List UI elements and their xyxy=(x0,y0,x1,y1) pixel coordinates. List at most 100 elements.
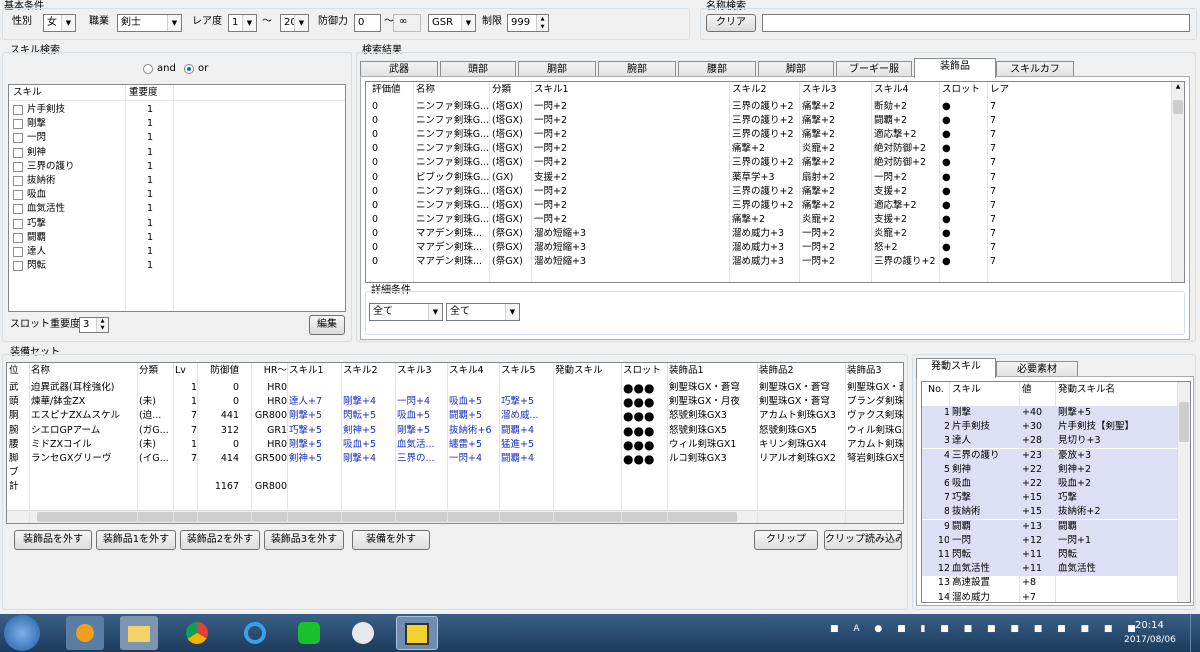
skill-list-item[interactable]: 閃転 1 xyxy=(9,259,345,273)
equip-col-header[interactable]: スキル1 xyxy=(289,363,341,379)
active-skill-row[interactable]: 4 三界の護り +23 豪放+3 xyxy=(922,448,1178,463)
results-row[interactable]: 0 マアデン剣珠... (祭GX) 溜め短縮+3 溜め威力+3 一閃+2 怒+2 ● 7 xyxy=(366,241,1172,255)
skills-col-header[interactable]: No. xyxy=(928,382,950,398)
skill-checkbox[interactable] xyxy=(13,176,23,186)
equip-col-header[interactable]: 防御値 xyxy=(199,363,239,379)
skill-list-item[interactable]: 達人 1 xyxy=(9,245,345,259)
equip-row[interactable]: 胴エスピナZXムスケル (迫... 7 441 GR800 剛撃+5 閃転+5 吸血+5 闘覇+… xyxy=(7,409,903,423)
equip-button-6[interactable]: クリップ読み込み xyxy=(824,530,902,550)
active-skill-row[interactable]: 12 血気活性 +11 血気活性 xyxy=(922,562,1178,577)
results-row[interactable]: 0 ニンファ剣珠G... (塔GX) 一閃+2 痛撃+2 炎寵+2 絶対防御+2 ● 7 xyxy=(366,142,1172,156)
skill-checkbox[interactable] xyxy=(13,161,23,172)
spin-arrows-icon[interactable]: ▲ ▼ xyxy=(536,15,548,31)
line-icon[interactable] xyxy=(290,616,328,650)
equip-button-0[interactable]: 装飾品を外す xyxy=(14,530,92,550)
tab-result-7[interactable]: 装飾品 xyxy=(914,58,996,78)
active-skill-row[interactable]: 6 吸血 +22 吸血+2 xyxy=(922,477,1178,491)
results-table[interactable]: 評価値 名称 分類 スキル1 スキル2 スキル3 スキル4 スロット レア 0 ニンファ剣珠G..… xyxy=(365,81,1185,283)
skill-checkbox[interactable] xyxy=(13,133,23,144)
job-combo[interactable]: 剣士 ▼ xyxy=(117,14,182,32)
skill-list-item[interactable]: 一閃 1 xyxy=(9,131,345,145)
skill-list-item[interactable]: 抜納術 1 xyxy=(9,174,345,188)
explorer-icon[interactable] xyxy=(120,616,158,650)
equip-col-header[interactable]: スキル5 xyxy=(501,363,551,379)
skills-col-header[interactable]: 発動スキル名 xyxy=(1058,382,1176,398)
active-skill-row[interactable]: 7 巧撃 +15 巧撃 xyxy=(922,491,1178,506)
equip-row[interactable]: 腕シエロGPアーム (ガG... 7 312 GR1 巧撃+5 剣神+5 剛撃+5 抜納術+6 闘… xyxy=(7,424,903,438)
results-row[interactable]: 0 ニンファ剣珠G... (塔GX) 一閃+2 三界の護り+2 痛撃+2 断劾+2 ● 7 xyxy=(366,100,1172,114)
equip-button-3[interactable]: 装飾品3を外す xyxy=(264,530,344,550)
results-row[interactable]: 0 マアデン剣珠... (祭GX) 溜め短縮+3 溜め威力+3 一閃+2 三界の護り+2 ● 7 xyxy=(366,255,1172,269)
equip-button-2[interactable]: 装飾品2を外す xyxy=(180,530,260,550)
clock-date[interactable]: 2017/08/06 xyxy=(1124,635,1176,645)
skill-list-item[interactable]: 剛撃 1 xyxy=(9,117,345,131)
rarity-min-combo[interactable]: 1 ▼ xyxy=(228,14,257,32)
equip-col-header[interactable]: スキル2 xyxy=(343,363,395,379)
equip-button-1[interactable]: 装飾品1を外す xyxy=(96,530,176,550)
results-col-header[interactable]: スキル1 xyxy=(534,82,724,98)
clock-time[interactable]: 20:14 xyxy=(1135,620,1164,631)
active-skill-row[interactable]: 8 抜納術 +15 抜納術+2 xyxy=(922,505,1178,520)
tray-icons[interactable]: ■ A ● ■ ▮ ■ ■ ■ ■ ■ ■ ■ ■ ■ xyxy=(830,624,1142,634)
skill-checkbox[interactable] xyxy=(13,247,23,257)
or-radio[interactable] xyxy=(184,64,194,74)
equip-col-header[interactable]: スロット xyxy=(623,363,667,379)
results-col-header[interactable]: レア xyxy=(990,82,1020,98)
detail-combo-1[interactable]: 全て ▼ xyxy=(369,303,443,321)
equip-row[interactable]: 武 迫異武器(耳栓強化) 1 0 HR0 ●●● 剣聖珠GX・蒼穹 剣聖珠GX・蒼穹 剣聖珠GX… xyxy=(7,381,903,395)
defense-min-input[interactable]: 0 xyxy=(354,14,381,32)
skill-checkbox[interactable] xyxy=(13,105,23,115)
results-scrollbar[interactable]: ▲ xyxy=(1171,82,1184,282)
active-skill-row[interactable]: 1 剛撃 +40 剛撃+5 xyxy=(922,406,1178,420)
skill-checkbox[interactable] xyxy=(13,232,23,243)
skill-list-item[interactable]: 三界の護り 1 xyxy=(9,160,345,174)
equip-row[interactable]: ブ xyxy=(7,466,903,480)
results-row[interactable]: 0 ニンファ剣珠G... (塔GX) 一閃+2 三界の護り+2 痛撃+2 闘覇+2 ● 7 xyxy=(366,114,1172,128)
skill-checkbox[interactable] xyxy=(13,204,23,215)
edit-button[interactable]: 編集 xyxy=(309,315,345,335)
results-col-header[interactable]: スキル2 xyxy=(732,82,800,98)
results-col-header[interactable]: スキル4 xyxy=(874,82,938,98)
equip-col-header[interactable]: Lv xyxy=(175,363,197,379)
limit-input[interactable]: 999 ▲ ▼ xyxy=(507,14,549,32)
active-skill-row[interactable]: 5 剣神 +22 剣神+2 xyxy=(922,462,1178,477)
slot-importance-input[interactable]: 3 ▲ ▼ xyxy=(79,317,109,333)
skills-col-header[interactable]: スキル xyxy=(952,382,1020,398)
skill-checkbox[interactable] xyxy=(13,190,23,201)
equip-row[interactable]: 脚 ランセGXグリーヴ (イG... 7 414 GR500 剣神+5 剛撃+4 三界の... 一… xyxy=(7,452,903,466)
skill-checkbox[interactable] xyxy=(13,119,23,130)
results-row[interactable]: 0 ニンファ剣珠G... (塔GX) 一閃+2 三界の護り+2 痛撃+2 適応撃+2 ● 7 xyxy=(366,128,1172,142)
skill-list-item[interactable]: 吸血 1 xyxy=(9,188,345,202)
equip-col-header[interactable]: 装飾品3 xyxy=(847,363,903,379)
skill-checkbox[interactable] xyxy=(13,147,23,158)
skills-scrollbar[interactable] xyxy=(1177,382,1190,602)
clear-button[interactable]: クリア xyxy=(706,14,756,32)
skill-list[interactable]: スキル 重要度 片手剣技 1 剛撃 1 一閃 1 剣神 1 三界の護り 1 抜納術 1 吸血 1 血気活性 1… xyxy=(8,84,346,312)
skill-checkbox[interactable] xyxy=(13,218,23,229)
spin-arrows-icon[interactable]: ▲ ▼ xyxy=(96,318,108,332)
active-skill-row[interactable]: 13 高速設置 +8 xyxy=(922,576,1178,590)
equip-table[interactable]: 位名称 分類 Lv 防御値 HR〜 スキル1 スキル2 スキル3 スキル4 スキル5 発動スキル スロ… xyxy=(6,362,904,524)
results-col-header[interactable]: 分類 xyxy=(492,82,532,98)
active-skill-row[interactable]: 2 片手剣技 +30 片手剣技【剣聖】 xyxy=(922,420,1178,435)
skill-list-item[interactable]: 片手剣技 1 xyxy=(9,103,345,117)
equip-col-header[interactable]: 装飾品2 xyxy=(759,363,845,379)
app-icon[interactable] xyxy=(396,616,438,650)
equip-col-header[interactable]: 発動スキル xyxy=(555,363,619,379)
skill-list-item[interactable]: 剣神 1 xyxy=(9,146,345,160)
equip-col-header[interactable]: 装飾品1 xyxy=(669,363,757,379)
equip-hscrollbar[interactable] xyxy=(7,510,903,523)
equip-col-header[interactable]: HR〜 xyxy=(253,363,287,379)
ie-icon[interactable] xyxy=(236,616,274,650)
media-player-icon[interactable] xyxy=(66,616,104,650)
equip-col-header[interactable]: 名称 xyxy=(31,363,135,379)
results-col-header[interactable]: 評価値 xyxy=(372,82,412,98)
skill-list-item[interactable]: 闘覇 1 xyxy=(9,231,345,245)
and-radio[interactable] xyxy=(143,64,153,74)
active-skill-row[interactable]: 14 溜め威力 +7 xyxy=(922,591,1178,602)
results-row[interactable]: 0 ニンファ剣珠G... (塔GX) 一閃+2 痛撃+2 炎寵+2 支援+2 ● 7 xyxy=(366,213,1172,227)
results-row[interactable]: 0 ビブック剣珠G... (GX) 支援+2 薬草学+3 扇射+2 一閃+2 ● 7 xyxy=(366,171,1172,185)
equip-col-header[interactable]: 分類 xyxy=(139,363,173,379)
equip-col-header[interactable]: 位 xyxy=(9,363,27,379)
results-row[interactable]: 0 ニンファ剣珠G... (塔GX) 一閃+2 三界の護り+2 痛撃+2 適応撃+2 ● 7 xyxy=(366,199,1172,213)
